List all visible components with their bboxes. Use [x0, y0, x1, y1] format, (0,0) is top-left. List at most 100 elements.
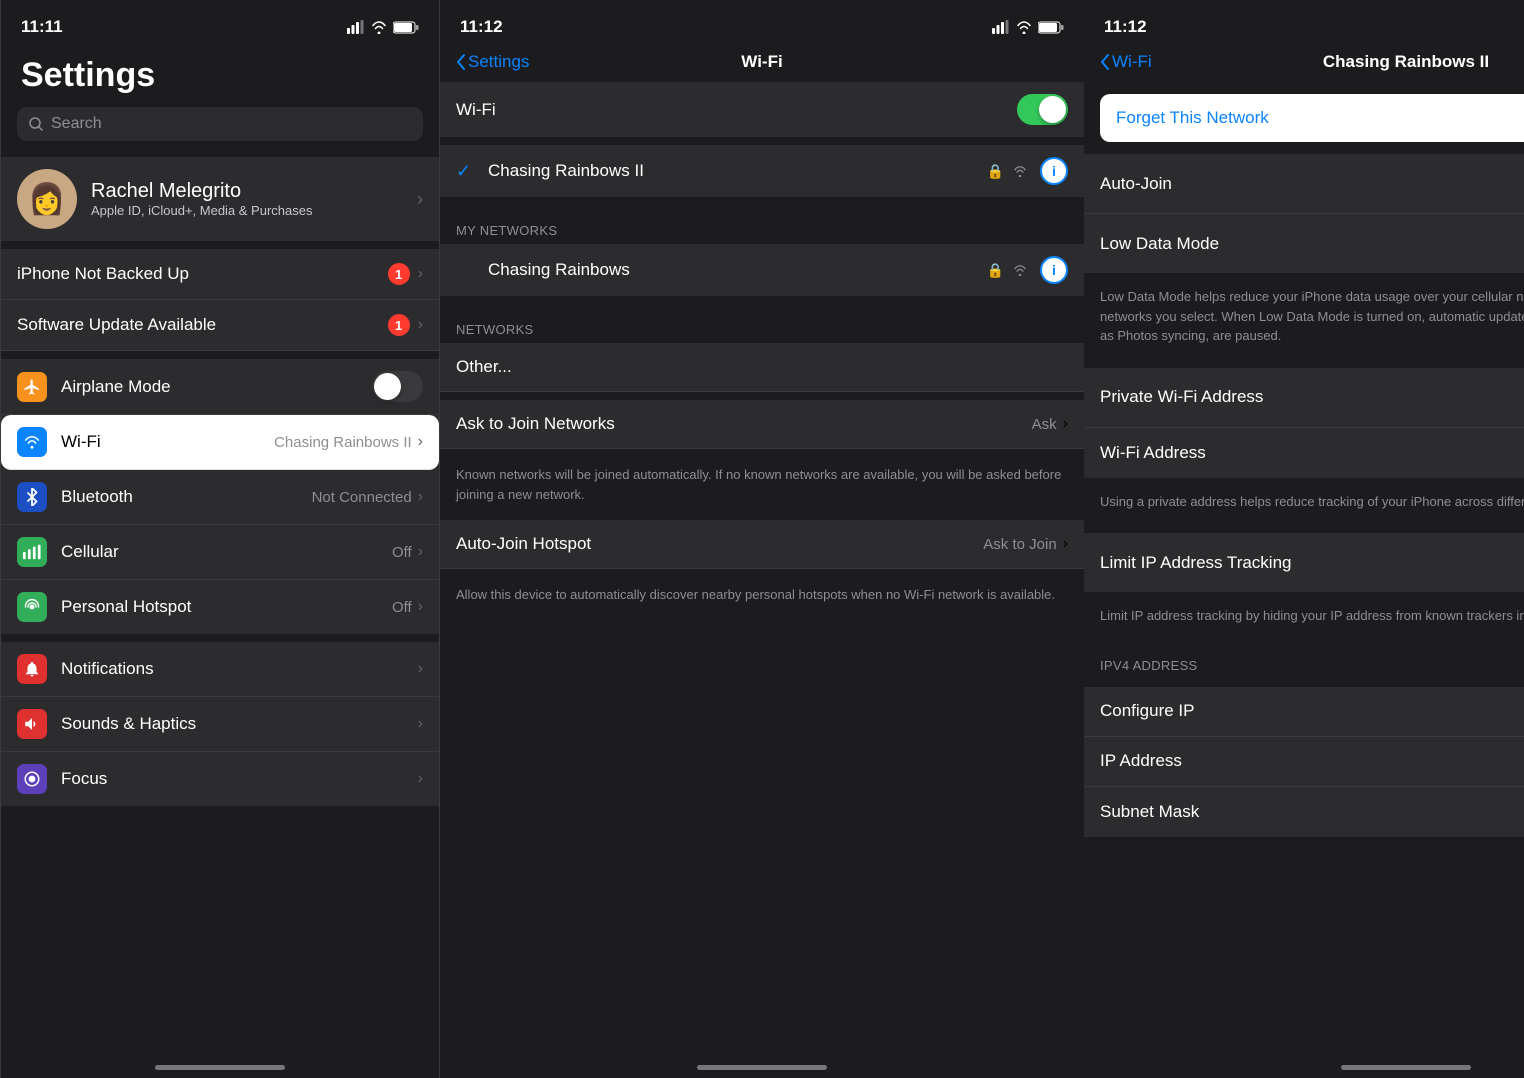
- status-time-3: 11:12: [1104, 17, 1147, 37]
- sounds-icon: [23, 715, 41, 733]
- auto-join-label: Auto-Join Hotspot: [456, 534, 983, 554]
- hotspot-value: Off: [392, 599, 412, 616]
- forget-network-button[interactable]: Forget This Network: [1100, 94, 1524, 142]
- auto-join-detail-label: Auto-Join: [1100, 174, 1524, 194]
- status-icons-2: [992, 20, 1064, 34]
- wifi-value: Chasing Rainbows II: [274, 434, 412, 451]
- alert-row-backup[interactable]: iPhone Not Backed Up 1 ›: [1, 249, 439, 300]
- auto-join-row[interactable]: Auto-Join Hotspot Ask to Join ›: [440, 520, 1084, 569]
- status-time-1: 11:11: [21, 17, 63, 37]
- settings-row-sounds[interactable]: Sounds & Haptics ›: [1, 697, 439, 752]
- alert-row-software[interactable]: Software Update Available 1 ›: [1, 300, 439, 351]
- alert-backup-chevron: ›: [418, 265, 423, 283]
- wifi-row-chasing-rainbows[interactable]: ✓ Chasing Rainbows 🔒 i: [440, 244, 1084, 296]
- settings-scroll: Settings Search 👩 Rachel Melegrito Apple…: [1, 48, 439, 1078]
- wifi-back-button[interactable]: Wi-Fi: [1100, 52, 1152, 72]
- bottom-bar-3: [1084, 1057, 1524, 1070]
- status-bar-3: 11:12: [1084, 0, 1524, 48]
- ipv4-section-header: IPV4 ADDRESS: [1084, 640, 1524, 679]
- airplane-icon-box: [17, 372, 47, 402]
- airplane-icon: [23, 378, 41, 396]
- cellular-chevron: ›: [418, 543, 423, 561]
- hotspot-chevron: ›: [418, 598, 423, 616]
- back-label: Settings: [468, 52, 529, 72]
- app-settings-group: Notifications › Sounds & Haptics ›: [1, 642, 439, 806]
- airplane-toggle[interactable]: [372, 371, 423, 402]
- settings-row-airplane[interactable]: Airplane Mode: [1, 359, 439, 415]
- alerts-group: iPhone Not Backed Up 1 › Software Update…: [1, 249, 439, 351]
- detail-nav-bar: Wi-Fi Chasing Rainbows II: [1084, 48, 1524, 82]
- ip-address-row: IP Address 192.168.1.7: [1084, 737, 1524, 787]
- wifi-main-toggle[interactable]: [1017, 94, 1068, 125]
- alert-backup-badge: 1: [388, 263, 410, 285]
- detail-nav-title: Chasing Rainbows II: [1323, 52, 1489, 72]
- profile-text: Rachel Melegrito Apple ID, iCloud+, Medi…: [91, 180, 312, 218]
- wifi-row-connected[interactable]: ✓ Chasing Rainbows II 🔒 i: [440, 145, 1084, 197]
- wifi-toggle-group: Wi-Fi: [440, 82, 1084, 137]
- settings-back-button[interactable]: Settings: [456, 52, 529, 72]
- signal-icon-2: [992, 20, 1010, 34]
- configure-ip-row[interactable]: Configure IP Automatic ›: [1084, 687, 1524, 737]
- battery-icon: [393, 21, 419, 34]
- settings-row-hotspot[interactable]: Personal Hotspot Off ›: [1, 580, 439, 634]
- auto-join-description: Allow this device to automatically disco…: [440, 577, 1084, 621]
- wifi-connected-name: Chasing Rainbows II: [488, 161, 987, 181]
- wifi-lock-icon-1: 🔒: [987, 262, 1004, 279]
- low-data-description: Low Data Mode helps reduce your iPhone d…: [1084, 281, 1524, 360]
- cellular-icon-box: [17, 537, 47, 567]
- wifi-label: Wi-Fi: [61, 432, 274, 452]
- limit-ip-row[interactable]: Limit IP Address Tracking: [1084, 533, 1524, 592]
- focus-icon: [23, 770, 41, 788]
- settings-row-notifications[interactable]: Notifications ›: [1, 642, 439, 697]
- search-icon: [29, 117, 43, 131]
- bottom-bar-1: [1, 1057, 439, 1070]
- settings-title: Settings: [1, 48, 439, 107]
- home-indicator-2: [697, 1065, 827, 1070]
- ask-join-label: Ask to Join Networks: [456, 414, 1032, 434]
- hotspot-label: Personal Hotspot: [61, 597, 392, 617]
- search-bar[interactable]: Search: [17, 107, 423, 141]
- profile-row[interactable]: 👩 Rachel Melegrito Apple ID, iCloud+, Me…: [1, 157, 439, 241]
- notifications-chevron: ›: [418, 660, 423, 678]
- wifi-address-description: Using a private address helps reduce tra…: [1084, 486, 1524, 526]
- cellular-value: Off: [392, 544, 412, 561]
- auto-join-hotspot-group: Auto-Join Hotspot Ask to Join ›: [440, 520, 1084, 569]
- wifi-toggle-row[interactable]: Wi-Fi: [440, 82, 1084, 137]
- wifi-scroll: Wi-Fi ✓ Chasing Rainbows II 🔒 i: [440, 82, 1084, 1078]
- wifi-network-1-icons: 🔒 i: [987, 256, 1068, 284]
- sounds-chevron: ›: [418, 715, 423, 733]
- settings-row-cellular[interactable]: Cellular Off ›: [1, 525, 439, 580]
- sounds-icon-box: [17, 709, 47, 739]
- wifi-icon-box: [17, 427, 47, 457]
- auto-join-value: Ask to Join: [983, 536, 1056, 553]
- status-icons-1: [347, 20, 419, 34]
- subnet-mask-row: Subnet Mask 255.255.255.0: [1084, 787, 1524, 837]
- private-wifi-row[interactable]: Private Wi-Fi Address: [1084, 368, 1524, 428]
- auto-join-detail-row[interactable]: Auto-Join: [1084, 154, 1524, 214]
- settings-row-focus[interactable]: Focus ›: [1, 752, 439, 806]
- alert-backup-label: iPhone Not Backed Up: [17, 264, 388, 284]
- auto-join-chevron: ›: [1063, 535, 1068, 553]
- limit-ip-group: Limit IP Address Tracking: [1084, 533, 1524, 592]
- wifi-signal-icon-connected: [1012, 165, 1028, 177]
- settings-row-bluetooth[interactable]: Bluetooth Not Connected ›: [1, 470, 439, 525]
- ask-join-row[interactable]: Ask to Join Networks Ask ›: [440, 400, 1084, 449]
- auto-join-detail-group: Auto-Join Low Data Mode: [1084, 154, 1524, 273]
- wifi-icon: [23, 435, 41, 449]
- bottom-bar-2: [440, 1057, 1084, 1070]
- wifi-status-icon-2: [1016, 21, 1032, 34]
- back-chevron-icon-3: [1100, 54, 1110, 70]
- avatar: 👩: [17, 169, 77, 229]
- profile-chevron: ›: [417, 189, 423, 210]
- wifi-info-button-connected[interactable]: i: [1040, 157, 1068, 185]
- wifi-info-button-1[interactable]: i: [1040, 256, 1068, 284]
- ask-join-group: Ask to Join Networks Ask ›: [440, 400, 1084, 449]
- wifi-other-row[interactable]: Other...: [440, 343, 1084, 392]
- alert-software-label: Software Update Available: [17, 315, 388, 335]
- wifi-connected-icons: 🔒 i: [987, 157, 1068, 185]
- status-bar-2: 11:12: [440, 0, 1084, 48]
- low-data-detail-row[interactable]: Low Data Mode: [1084, 214, 1524, 273]
- wifi-check-icon: ✓: [456, 161, 476, 182]
- settings-row-wifi[interactable]: Wi-Fi Chasing Rainbows II ›: [1, 415, 439, 470]
- limit-ip-label: Limit IP Address Tracking: [1100, 553, 1524, 573]
